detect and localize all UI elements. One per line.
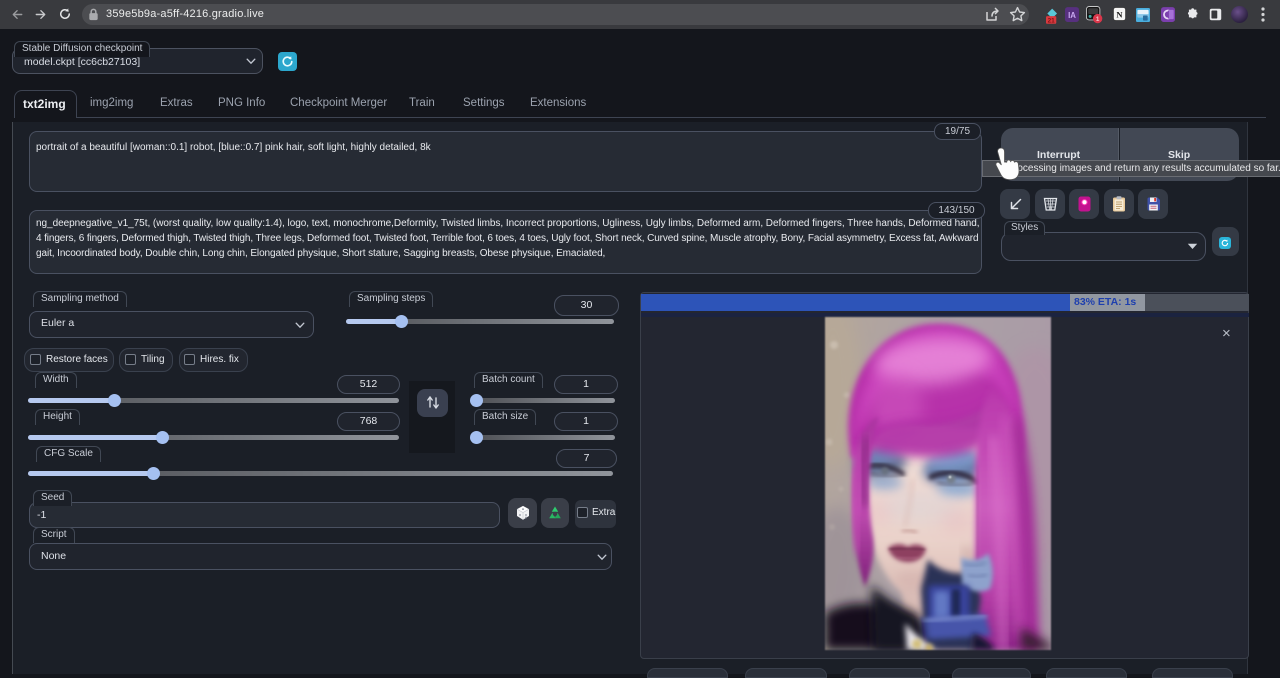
svg-text:N: N xyxy=(1116,9,1123,19)
svg-text:21: 21 xyxy=(1048,17,1056,24)
svg-text:1: 1 xyxy=(1096,16,1100,23)
svg-text:IA: IA xyxy=(1068,11,1076,20)
